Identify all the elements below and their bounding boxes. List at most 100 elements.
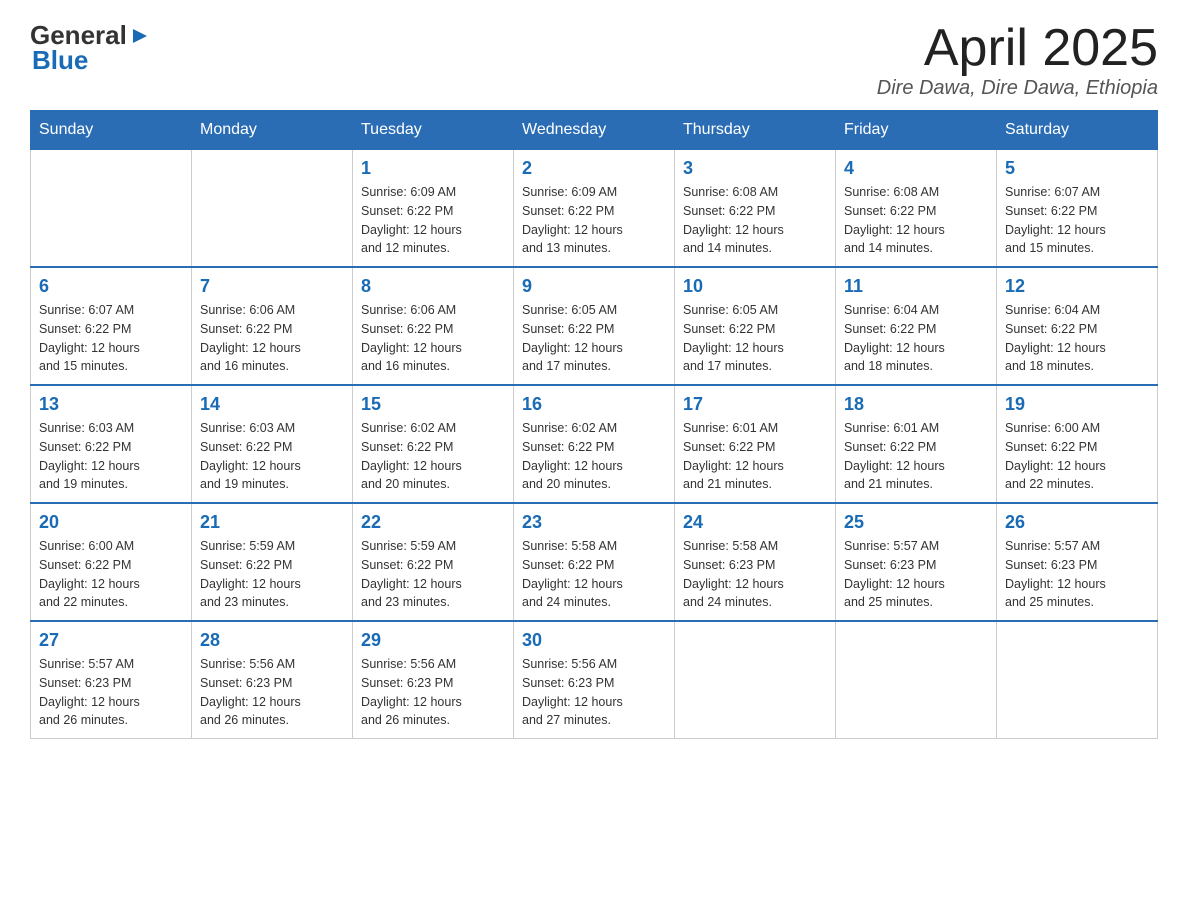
- day-number: 28: [200, 630, 344, 651]
- calendar-cell: [836, 621, 997, 739]
- day-info: Sunrise: 6:06 AM Sunset: 6:22 PM Dayligh…: [200, 301, 344, 376]
- column-header-monday: Monday: [192, 111, 353, 150]
- day-info: Sunrise: 6:09 AM Sunset: 6:22 PM Dayligh…: [522, 183, 666, 258]
- day-number: 13: [39, 394, 183, 415]
- calendar-cell: 11 Sunrise: 6:04 AM Sunset: 6:22 PM Dayli…: [836, 267, 997, 385]
- day-info: Sunrise: 6:02 AM Sunset: 6:22 PM Dayligh…: [522, 419, 666, 494]
- calendar-cell: 15 Sunrise: 6:02 AM Sunset: 6:22 PM Dayli…: [353, 385, 514, 503]
- month-title: April 2025: [877, 20, 1158, 77]
- calendar-cell: [192, 150, 353, 268]
- day-number: 16: [522, 394, 666, 415]
- day-number: 11: [844, 276, 988, 297]
- logo: General Blue: [30, 20, 151, 76]
- day-number: 3: [683, 158, 827, 179]
- calendar-table: SundayMondayTuesdayWednesdayThursdayFrid…: [30, 110, 1158, 739]
- day-info: Sunrise: 6:03 AM Sunset: 6:22 PM Dayligh…: [39, 419, 183, 494]
- calendar-cell: 22Sunrise: 5:59 AM Sunset: 6:22 PM Dayli…: [353, 503, 514, 621]
- day-number: 20: [39, 512, 183, 533]
- day-info: Sunrise: 5:57 AM Sunset: 6:23 PM Dayligh…: [844, 537, 988, 612]
- day-number: 15: [361, 394, 505, 415]
- page-header: General Blue April 2025 Dire Dawa, Dire …: [30, 20, 1158, 100]
- day-info: Sunrise: 5:56 AM Sunset: 6:23 PM Dayligh…: [522, 655, 666, 730]
- day-number: 9: [522, 276, 666, 297]
- day-number: 10: [683, 276, 827, 297]
- calendar-cell: 30 Sunrise: 5:56 AM Sunset: 6:23 PM Dayli…: [514, 621, 675, 739]
- column-header-sunday: Sunday: [31, 111, 192, 150]
- calendar-cell: 27 Sunrise: 5:57 AM Sunset: 6:23 PM Dayli…: [31, 621, 192, 739]
- calendar-cell: 29 Sunrise: 5:56 AM Sunset: 6:23 PM Dayli…: [353, 621, 514, 739]
- day-info: Sunrise: 6:04 AM Sunset: 6:22 PM Dayligh…: [1005, 301, 1149, 376]
- calendar-cell: 10 Sunrise: 6:05 AM Sunset: 6:22 PM Dayli…: [675, 267, 836, 385]
- day-info: Sunrise: 5:58 AM Sunset: 6:22 PM Dayligh…: [522, 537, 666, 612]
- calendar-cell: 8 Sunrise: 6:06 AM Sunset: 6:22 PM Daylig…: [353, 267, 514, 385]
- calendar-week-row: 20 Sunrise: 6:00 AM Sunset: 6:22 PM Dayli…: [31, 503, 1158, 621]
- calendar-cell: 13 Sunrise: 6:03 AM Sunset: 6:22 PM Dayli…: [31, 385, 192, 503]
- calendar-cell: 23 Sunrise: 5:58 AM Sunset: 6:22 PM Dayli…: [514, 503, 675, 621]
- day-number: 19: [1005, 394, 1149, 415]
- day-info: Sunrise: 6:01 AM Sunset: 6:22 PM Dayligh…: [844, 419, 988, 494]
- title-section: April 2025 Dire Dawa, Dire Dawa, Ethiopi…: [877, 20, 1158, 100]
- calendar-cell: 25Sunrise: 5:57 AM Sunset: 6:23 PM Dayli…: [836, 503, 997, 621]
- day-number: 24: [683, 512, 827, 533]
- calendar-cell: 9Sunrise: 6:05 AM Sunset: 6:22 PM Daylig…: [514, 267, 675, 385]
- day-info: Sunrise: 6:00 AM Sunset: 6:22 PM Dayligh…: [1005, 419, 1149, 494]
- day-info: Sunrise: 6:06 AM Sunset: 6:22 PM Dayligh…: [361, 301, 505, 376]
- day-info: Sunrise: 6:04 AM Sunset: 6:22 PM Dayligh…: [844, 301, 988, 376]
- calendar-cell: 4 Sunrise: 6:08 AM Sunset: 6:22 PM Daylig…: [836, 150, 997, 268]
- day-info: Sunrise: 5:59 AM Sunset: 6:22 PM Dayligh…: [361, 537, 505, 612]
- calendar-cell: 5Sunrise: 6:07 AM Sunset: 6:22 PM Daylig…: [997, 150, 1158, 268]
- day-number: 7: [200, 276, 344, 297]
- day-info: Sunrise: 5:57 AM Sunset: 6:23 PM Dayligh…: [1005, 537, 1149, 612]
- calendar-cell: 12 Sunrise: 6:04 AM Sunset: 6:22 PM Dayli…: [997, 267, 1158, 385]
- day-number: 4: [844, 158, 988, 179]
- day-number: 27: [39, 630, 183, 651]
- day-info: Sunrise: 5:56 AM Sunset: 6:23 PM Dayligh…: [361, 655, 505, 730]
- day-number: 6: [39, 276, 183, 297]
- day-number: 23: [522, 512, 666, 533]
- day-info: Sunrise: 5:56 AM Sunset: 6:23 PM Dayligh…: [200, 655, 344, 730]
- day-number: 5: [1005, 158, 1149, 179]
- calendar-cell: 17Sunrise: 6:01 AM Sunset: 6:22 PM Dayli…: [675, 385, 836, 503]
- day-info: Sunrise: 6:09 AM Sunset: 6:22 PM Dayligh…: [361, 183, 505, 258]
- day-number: 30: [522, 630, 666, 651]
- day-info: Sunrise: 5:57 AM Sunset: 6:23 PM Dayligh…: [39, 655, 183, 730]
- calendar-cell: 6 Sunrise: 6:07 AM Sunset: 6:22 PM Daylig…: [31, 267, 192, 385]
- day-number: 21: [200, 512, 344, 533]
- day-info: Sunrise: 6:08 AM Sunset: 6:22 PM Dayligh…: [844, 183, 988, 258]
- day-info: Sunrise: 6:02 AM Sunset: 6:22 PM Dayligh…: [361, 419, 505, 494]
- calendar-cell: [675, 621, 836, 739]
- calendar-week-row: 6 Sunrise: 6:07 AM Sunset: 6:22 PM Daylig…: [31, 267, 1158, 385]
- column-header-thursday: Thursday: [675, 111, 836, 150]
- calendar-cell: 2Sunrise: 6:09 AM Sunset: 6:22 PM Daylig…: [514, 150, 675, 268]
- calendar-cell: 14 Sunrise: 6:03 AM Sunset: 6:22 PM Dayli…: [192, 385, 353, 503]
- calendar-cell: 20 Sunrise: 6:00 AM Sunset: 6:22 PM Dayli…: [31, 503, 192, 621]
- day-info: Sunrise: 6:05 AM Sunset: 6:22 PM Dayligh…: [683, 301, 827, 376]
- day-info: Sunrise: 6:00 AM Sunset: 6:22 PM Dayligh…: [39, 537, 183, 612]
- logo-blue-text: Blue: [30, 45, 88, 76]
- day-number: 29: [361, 630, 505, 651]
- calendar-cell: 16 Sunrise: 6:02 AM Sunset: 6:22 PM Dayli…: [514, 385, 675, 503]
- calendar-week-row: 13 Sunrise: 6:03 AM Sunset: 6:22 PM Dayli…: [31, 385, 1158, 503]
- logo-arrow-icon: [129, 25, 151, 47]
- calendar-week-row: 27 Sunrise: 5:57 AM Sunset: 6:23 PM Dayli…: [31, 621, 1158, 739]
- day-number: 18: [844, 394, 988, 415]
- calendar-cell: 21 Sunrise: 5:59 AM Sunset: 6:22 PM Dayli…: [192, 503, 353, 621]
- day-info: Sunrise: 6:07 AM Sunset: 6:22 PM Dayligh…: [39, 301, 183, 376]
- calendar-cell: [31, 150, 192, 268]
- calendar-cell: 28 Sunrise: 5:56 AM Sunset: 6:23 PM Dayli…: [192, 621, 353, 739]
- calendar-cell: 19 Sunrise: 6:00 AM Sunset: 6:22 PM Dayli…: [997, 385, 1158, 503]
- day-number: 26: [1005, 512, 1149, 533]
- day-info: Sunrise: 6:08 AM Sunset: 6:22 PM Dayligh…: [683, 183, 827, 258]
- calendar-cell: 18 Sunrise: 6:01 AM Sunset: 6:22 PM Dayli…: [836, 385, 997, 503]
- location-text: Dire Dawa, Dire Dawa, Ethiopia: [877, 77, 1158, 100]
- calendar-cell: 3 Sunrise: 6:08 AM Sunset: 6:22 PM Daylig…: [675, 150, 836, 268]
- day-number: 8: [361, 276, 505, 297]
- column-header-saturday: Saturday: [997, 111, 1158, 150]
- calendar-week-row: 1Sunrise: 6:09 AM Sunset: 6:22 PM Daylig…: [31, 150, 1158, 268]
- day-number: 12: [1005, 276, 1149, 297]
- column-header-wednesday: Wednesday: [514, 111, 675, 150]
- day-info: Sunrise: 6:03 AM Sunset: 6:22 PM Dayligh…: [200, 419, 344, 494]
- day-number: 14: [200, 394, 344, 415]
- day-info: Sunrise: 5:59 AM Sunset: 6:22 PM Dayligh…: [200, 537, 344, 612]
- column-header-friday: Friday: [836, 111, 997, 150]
